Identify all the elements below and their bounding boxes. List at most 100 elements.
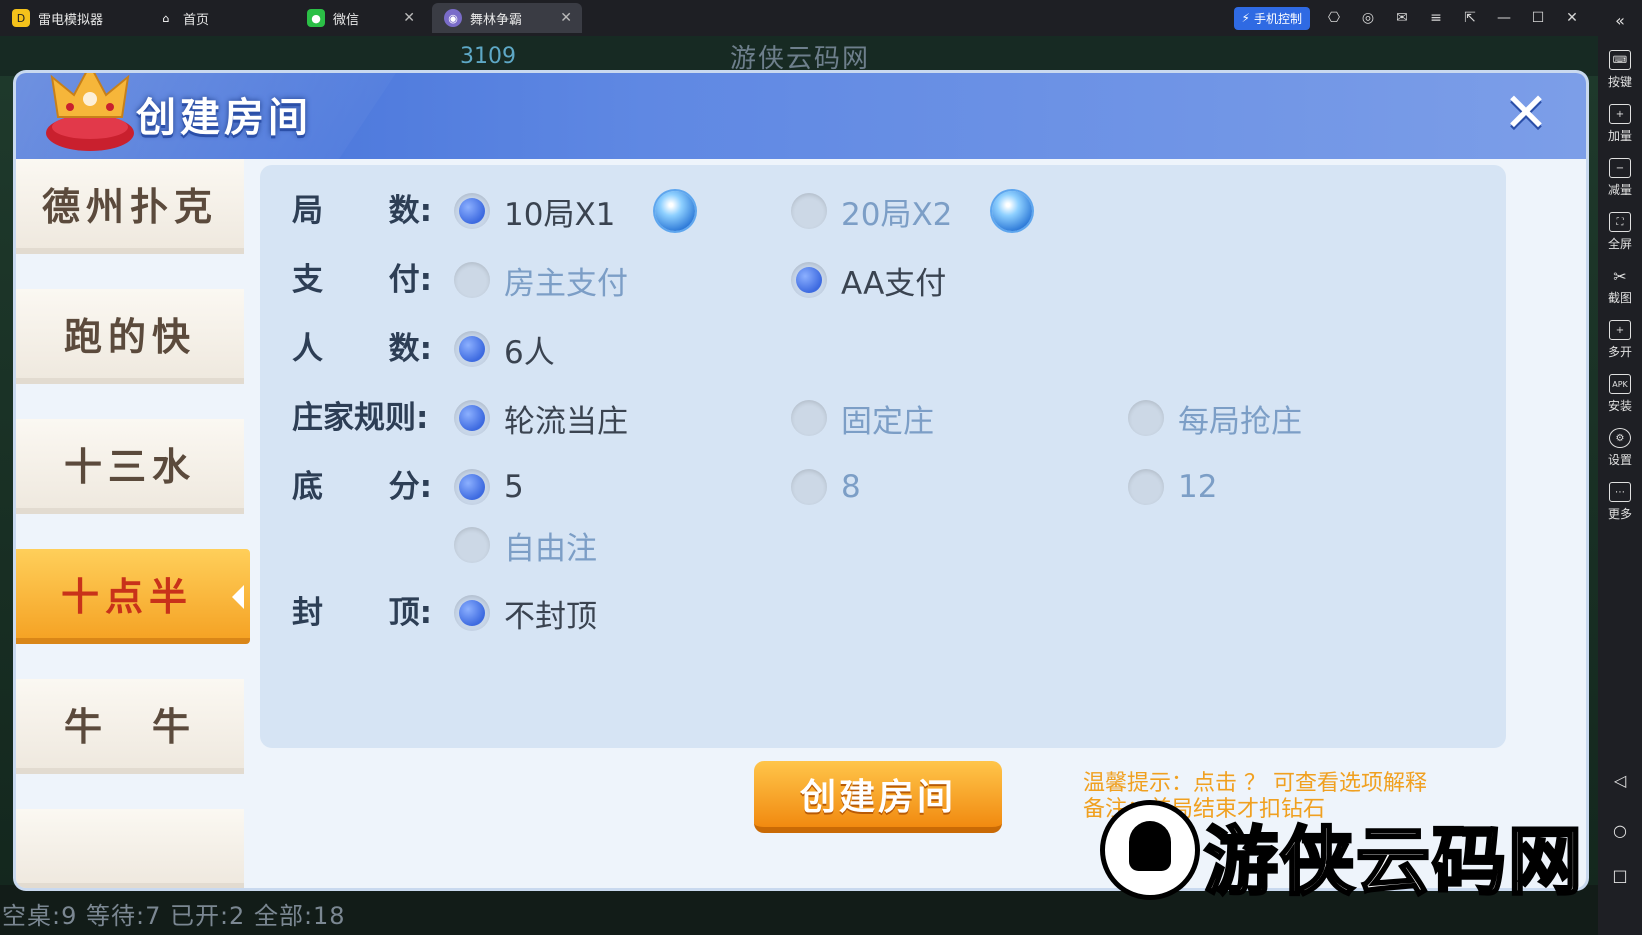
create-room-dialog: 创建房间 ✕ 德州扑克 跑的快 十三水 十点半 牛 牛 局 数: 10局X1 2…: [16, 73, 1586, 888]
popout-icon[interactable]: ⇱: [1460, 8, 1480, 28]
sidebar-item-volume-down[interactable]: − 减量: [1598, 152, 1642, 204]
game-app-icon: ◉: [444, 9, 462, 27]
close-dialog-button[interactable]: ✕: [1500, 86, 1552, 140]
options-panel: 局 数: 10局X1 20局X2 支 付: 房主支付 AA支付 人 数: 6人 …: [260, 165, 1506, 748]
radio-unselected[interactable]: [1128, 400, 1164, 436]
menu-icon[interactable]: ≡: [1426, 8, 1446, 28]
scissors-icon: ✂: [1613, 266, 1627, 286]
tab-emulator-home[interactable]: D 雷电模拟器: [0, 3, 140, 33]
close-icon[interactable]: ✕: [1562, 8, 1582, 28]
tab-shidianban[interactable]: 十点半: [16, 549, 250, 644]
radio-selected[interactable]: [454, 193, 490, 229]
rounds-label: 局 数:: [292, 193, 432, 229]
emulator-sidebar: « ⌨ 按键 + 加量 − 减量 ⛶ 全屏 ✂ 截图 + 多开 APK 安装 ⚙…: [1598, 0, 1642, 935]
radio-selected[interactable]: [454, 595, 490, 631]
tab-game[interactable]: ◉ 舞林争霸 ✕: [432, 3, 582, 33]
radio-selected[interactable]: [454, 331, 490, 367]
option-base-12[interactable]: 12: [1128, 464, 1217, 510]
user-icon[interactable]: ◎: [1358, 8, 1378, 28]
option-cap-none[interactable]: 不封顶: [454, 590, 597, 636]
tab-more-games[interactable]: [16, 809, 244, 888]
mail-icon[interactable]: ✉: [1392, 8, 1412, 28]
diamond-icon: [655, 191, 696, 231]
option-base-5[interactable]: 5: [454, 464, 524, 510]
more-icon: ⋯: [1609, 482, 1631, 502]
volume-down-icon: −: [1609, 158, 1631, 178]
titlebar-controls: ⚡ 手机控制 ⎔ ◎ ✉ ≡ ⇱ — ☐ ✕: [1233, 0, 1582, 36]
wechat-icon: ●: [307, 9, 325, 27]
watermark-text: 游侠云码网: [1203, 818, 1584, 907]
sidebar-item-screenshot[interactable]: ✂ 截图: [1598, 260, 1642, 312]
close-tab-icon[interactable]: ✕: [560, 10, 572, 26]
volume-up-icon: +: [1609, 104, 1631, 124]
gear-icon: ⚙: [1609, 428, 1631, 448]
radio-selected[interactable]: [454, 469, 490, 505]
dealer-rule-label: 庄家规则:: [292, 400, 429, 436]
sidebar-item-install[interactable]: APK 安装: [1598, 368, 1642, 420]
option-payment-owner[interactable]: 房主支付: [454, 257, 628, 303]
maximize-icon[interactable]: ☐: [1528, 8, 1548, 28]
dialog-title: 创建房间: [136, 95, 312, 141]
recent-apps-icon[interactable]: □: [1598, 855, 1642, 895]
radio-unselected[interactable]: [1128, 469, 1164, 505]
players-label: 人 数:: [292, 331, 432, 367]
payment-label: 支 付:: [292, 262, 432, 298]
option-players-6[interactable]: 6人: [454, 326, 555, 372]
tab-texas-holdem[interactable]: 德州扑克: [16, 159, 244, 254]
radio-unselected[interactable]: [791, 193, 827, 229]
hacker-logo-icon: [1100, 800, 1200, 900]
radio-selected[interactable]: [791, 262, 827, 298]
tab-wechat[interactable]: ● 微信 ✕: [295, 3, 425, 33]
multi-instance-icon: +: [1609, 320, 1631, 340]
option-dealer-rotate[interactable]: 轮流当庄: [454, 395, 628, 441]
option-dealer-fixed[interactable]: 固定庄: [791, 395, 934, 441]
base-score-label: 底 分:: [292, 469, 432, 505]
sidebar-item-fullscreen[interactable]: ⛶ 全屏: [1598, 206, 1642, 258]
lightning-icon: ⚡: [1241, 11, 1250, 25]
coin-count: 3109: [460, 44, 516, 69]
sidebar-item-more[interactable]: ⋯ 更多: [1598, 476, 1642, 528]
radio-selected[interactable]: [454, 400, 490, 436]
tab-paodekuai[interactable]: 跑的快: [16, 289, 244, 384]
diamond-icon: [992, 191, 1033, 231]
option-base-free[interactable]: 自由注: [454, 522, 597, 568]
sidebar-item-volume-up[interactable]: + 加量: [1598, 98, 1642, 150]
radio-unselected[interactable]: [791, 400, 827, 436]
sidebar-item-multi[interactable]: + 多开: [1598, 314, 1642, 366]
fullscreen-icon: ⛶: [1609, 212, 1631, 232]
keyboard-icon: ⌨: [1609, 50, 1631, 70]
tab-shisanshui[interactable]: 十三水: [16, 419, 244, 514]
radio-unselected[interactable]: [454, 527, 490, 563]
close-tab-icon[interactable]: ✕: [403, 10, 415, 26]
radio-unselected[interactable]: [791, 469, 827, 505]
back-icon[interactable]: ◁: [1598, 760, 1642, 800]
home-circle-icon[interactable]: ○: [1598, 810, 1642, 850]
home-icon: ⌂: [162, 11, 170, 25]
game-topbar: 3109 游侠云码网: [0, 36, 1598, 76]
site-watermark: 游侠云码网: [1100, 800, 1598, 920]
gamepad-icon[interactable]: ⎔: [1324, 8, 1344, 28]
cap-label: 封 顶:: [292, 595, 432, 631]
phone-control-button[interactable]: ⚡ 手机控制: [1233, 6, 1310, 30]
minimize-icon[interactable]: —: [1494, 8, 1514, 28]
dialog-header: 创建房间 ✕: [16, 73, 1586, 159]
option-base-8[interactable]: 8: [791, 464, 861, 510]
crown-icon: [46, 73, 134, 151]
table-status: 空桌:9 等待:7 已开:2 全部:18: [2, 902, 346, 930]
ldplayer-logo-icon: D: [12, 9, 30, 27]
collapse-sidebar-icon[interactable]: «: [1598, 0, 1642, 40]
option-rounds-10[interactable]: 10局X1: [454, 188, 696, 234]
tab-home[interactable]: ⌂ 首页: [145, 3, 285, 33]
option-payment-aa[interactable]: AA支付: [791, 257, 946, 303]
emulator-titlebar: D 雷电模拟器 ⌂ 首页 ● 微信 ✕ ◉ 舞林争霸 ✕ ⚡ 手机控制 ⎔ ◎ …: [0, 0, 1642, 36]
sidebar-item-keys[interactable]: ⌨ 按键: [1598, 44, 1642, 96]
radio-unselected[interactable]: [454, 262, 490, 298]
create-room-button[interactable]: 创建房间: [754, 761, 1002, 833]
option-rounds-20[interactable]: 20局X2: [791, 188, 1033, 234]
option-dealer-grab[interactable]: 每局抢庄: [1128, 395, 1302, 441]
game-type-tabs: 德州扑克 跑的快 十三水 十点半 牛 牛: [16, 159, 250, 888]
sidebar-item-settings[interactable]: ⚙ 设置: [1598, 422, 1642, 474]
apk-icon: APK: [1609, 374, 1631, 394]
tab-niuniu[interactable]: 牛 牛: [16, 679, 244, 774]
background-watermark: 游侠云码网: [730, 44, 871, 74]
